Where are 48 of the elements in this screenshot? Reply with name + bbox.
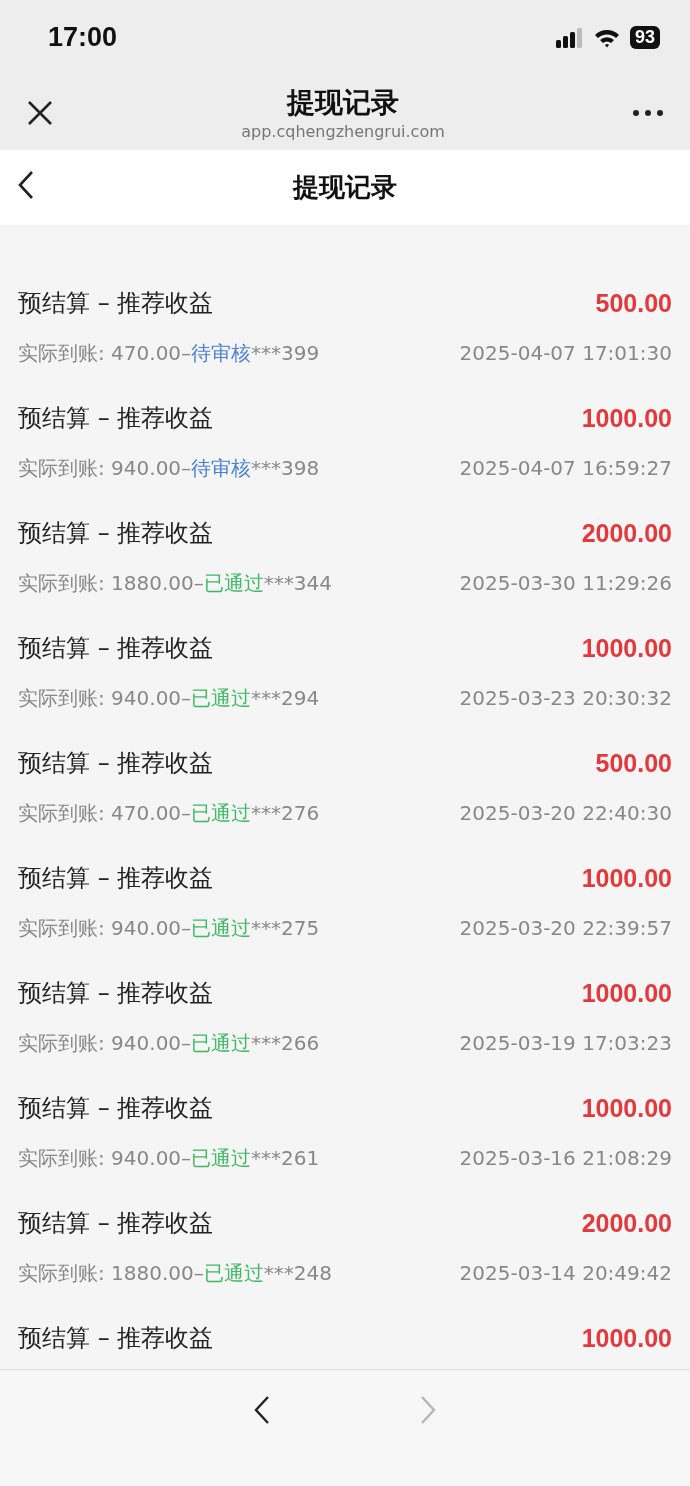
wifi-icon: [593, 27, 620, 48]
status-time: 17:00: [48, 22, 118, 53]
record-time: 2025-03-20 22:39:57: [459, 916, 672, 940]
record-title: 预结算 – 推荐收益: [18, 1093, 214, 1124]
record-time: 2025-03-23 20:30:32: [459, 686, 672, 710]
record-amount: 500.00: [595, 288, 672, 318]
record-amount: 1000.00: [581, 1093, 672, 1123]
more-button[interactable]: [632, 108, 664, 117]
record-detail: 实际到账: 940.00–已通过***266: [18, 1029, 320, 1057]
signal-icon: [555, 27, 584, 48]
back-button[interactable]: [18, 170, 34, 200]
record-amount: 1000.00: [581, 633, 672, 663]
record-title: 预结算 – 推荐收益: [18, 633, 214, 664]
record-title: 预结算 – 推荐收益: [18, 518, 214, 549]
record-amount: 1000.00: [581, 403, 672, 433]
record-detail: 实际到账: 940.00–已通过***261: [18, 1144, 320, 1172]
record-title: 预结算 – 推荐收益: [18, 403, 214, 434]
record-title: 预结算 – 推荐收益: [18, 748, 214, 779]
battery-level: 93: [629, 26, 660, 49]
record-detail: 实际到账: 940.00–已通过***294: [18, 684, 320, 712]
record-detail: 实际到账: 470.00–待审核***399: [18, 339, 320, 367]
record-time: 2025-04-07 17:01:30: [459, 341, 672, 365]
record-detail: 实际到账: 470.00–已通过***276: [18, 799, 320, 827]
header-title: 提现记录: [293, 171, 397, 204]
record-time: 2025-04-07 16:59:27: [459, 456, 672, 480]
record-title: 预结算 – 推荐收益: [18, 863, 214, 894]
record-amount: 1000.00: [581, 1323, 672, 1353]
record-amount: 1000.00: [581, 978, 672, 1008]
record-title: 预结算 – 推荐收益: [18, 1323, 214, 1354]
page-url: app.cqhengzhengrui.com: [241, 122, 445, 141]
record-time: 2025-03-30 11:29:26: [459, 571, 672, 595]
record-detail: 实际到账: 1880.00–已通过***248: [18, 1259, 332, 1287]
record-amount: 500.00: [595, 748, 672, 778]
record-amount: 1000.00: [581, 863, 672, 893]
record-detail: 实际到账: 1880.00–已通过***344: [18, 569, 332, 597]
record-title: 预结算 – 推荐收益: [18, 1208, 214, 1239]
record-detail: 实际到账: 940.00–已通过***275: [18, 914, 320, 942]
record-amount: 2000.00: [581, 518, 672, 548]
close-button[interactable]: [26, 98, 54, 127]
record-time: 2025-03-16 21:08:29: [459, 1146, 672, 1170]
record-time: 2025-03-19 17:03:23: [459, 1031, 672, 1055]
record-time: 2025-03-20 22:40:30: [459, 801, 672, 825]
record-title: 预结算 – 推荐收益: [18, 288, 214, 319]
record-time: 2025-03-14 20:49:42: [459, 1261, 672, 1285]
record-amount: 2000.00: [581, 1208, 672, 1238]
record-detail: 实际到账: 940.00–待审核***398: [18, 454, 320, 482]
record-title: 预结算 – 推荐收益: [18, 978, 214, 1009]
page-title: 提现记录: [287, 85, 399, 121]
